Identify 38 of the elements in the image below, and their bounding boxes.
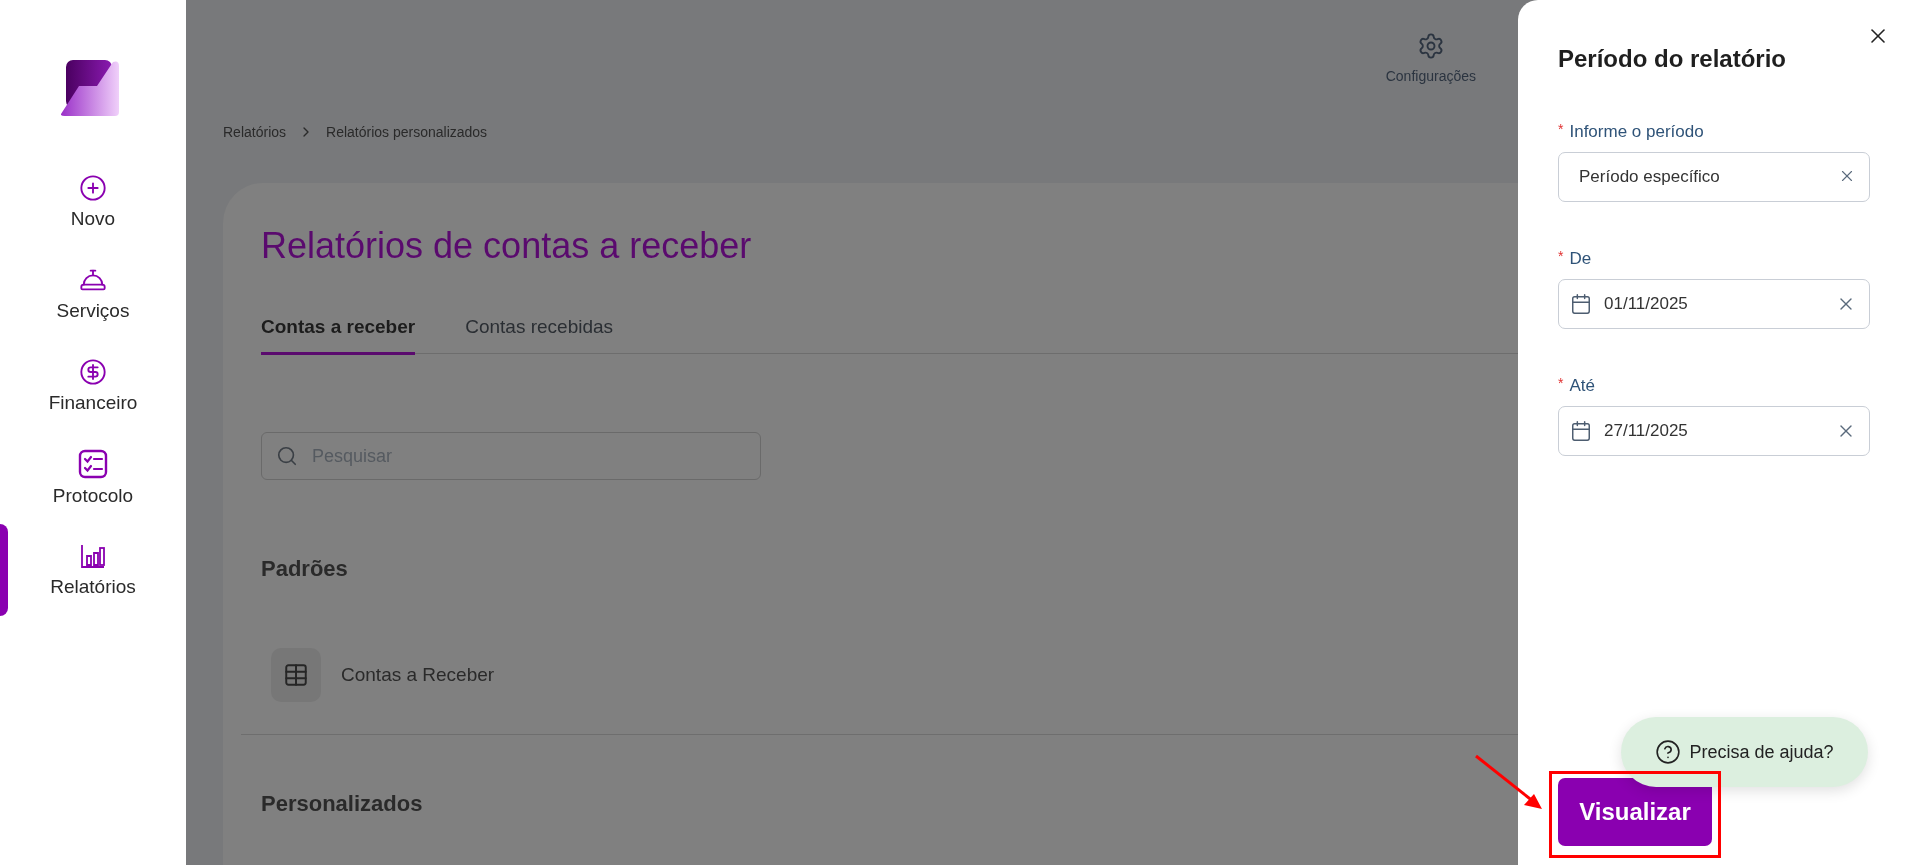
required-asterisk: * (1558, 376, 1564, 390)
sidebar-item-label: Protocolo (52, 485, 134, 507)
sidebar-item[interactable]: Novo (0, 156, 186, 248)
report-link[interactable]: Contas a Receber (341, 664, 495, 686)
section-heading: Padrões (261, 556, 348, 582)
view-button[interactable]: Visualizar (1558, 778, 1712, 846)
sidebar-item-label: Novo (70, 208, 116, 230)
calendar-icon (1570, 293, 1592, 315)
drawer-title: Período do relatório (1558, 45, 1788, 73)
page-title: Relatórios de contas a receber (261, 225, 752, 267)
dollar-icon (79, 358, 107, 386)
sidebar-item[interactable]: Serviços (0, 248, 186, 340)
sidebar-item-label: Relatórios (50, 576, 136, 598)
help-icon (1655, 739, 1682, 765)
select-field[interactable]: Período específico (1558, 152, 1870, 202)
section-heading: Personalizados (261, 791, 423, 817)
tab[interactable]: Contas a receber (261, 316, 416, 355)
field-label: De (1569, 249, 1592, 269)
field-label: Até (1569, 376, 1595, 396)
search-icon (276, 445, 298, 467)
required-asterisk: * (1558, 122, 1564, 136)
sidebar-item[interactable]: Protocolo (0, 432, 186, 524)
table-icon (271, 648, 321, 702)
sidebar-item-label: Serviços (56, 300, 130, 322)
field-label: Informe o período (1569, 122, 1704, 142)
help-button[interactable]: Precisa de ajuda? (1621, 717, 1868, 787)
checklist-icon (78, 449, 108, 479)
sidebar-item-label: Financeiro (48, 392, 138, 414)
sidebar-item[interactable]: Relatórios (0, 524, 186, 616)
calendar-icon (1570, 420, 1592, 442)
sidebar-item[interactable]: Financeiro (0, 340, 186, 432)
settings-label: Configurações (1385, 68, 1476, 84)
bar-chart-icon (79, 542, 107, 570)
date-field[interactable]: 01/11/2025 (1558, 279, 1870, 329)
date-field[interactable]: 27/11/2025 (1558, 406, 1870, 456)
required-asterisk: * (1558, 249, 1564, 263)
tab[interactable]: Contas recebidas (465, 316, 614, 355)
plus-icon (79, 174, 107, 202)
